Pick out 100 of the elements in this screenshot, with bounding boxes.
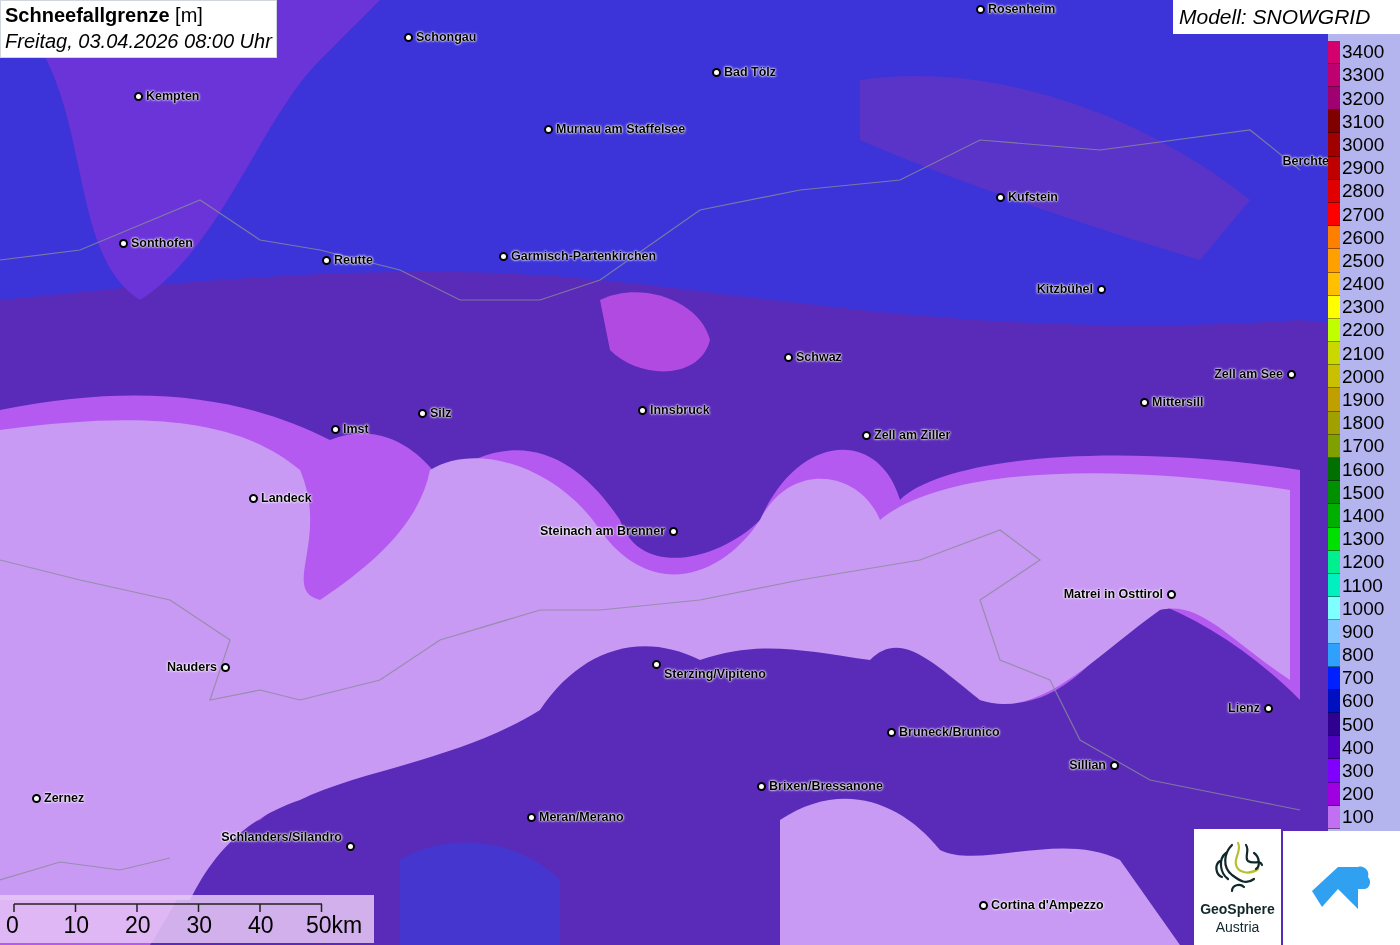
- place-label: Nauders: [166, 659, 217, 675]
- legend-value: 1300: [1342, 529, 1385, 550]
- scale-tick-label: 50km: [306, 913, 363, 937]
- place-marker: [861, 430, 871, 440]
- legend-value: 3200: [1342, 88, 1385, 109]
- place-marker: [1286, 369, 1296, 379]
- place-marker: [543, 124, 553, 134]
- place-label: Zell am Ziller: [874, 427, 951, 443]
- legend-value: 3300: [1342, 65, 1385, 86]
- legend-value: 1000: [1342, 598, 1385, 619]
- legend-value: 1600: [1342, 459, 1385, 480]
- legend-value: 100: [1342, 807, 1374, 828]
- place-label: Sonthofen: [131, 235, 193, 251]
- place-label: Landeck: [261, 490, 312, 506]
- place-marker: [321, 255, 331, 265]
- place-marker: [668, 526, 678, 536]
- place-label: Zell am See: [1214, 366, 1283, 382]
- legend-value: 2700: [1342, 204, 1385, 225]
- place-marker: [995, 192, 1005, 202]
- place-marker: [330, 424, 340, 434]
- place-label: Zernez: [44, 790, 85, 806]
- legend-value: 2100: [1342, 343, 1385, 364]
- place-marker: [1096, 284, 1106, 294]
- place-label: Reutte: [334, 252, 373, 268]
- legend-value: 1800: [1342, 413, 1385, 434]
- model-label: Modell: SNOWGRID: [1173, 0, 1400, 34]
- place-label: Bruneck/Brunico: [899, 724, 1000, 740]
- place-label: Imst: [343, 421, 369, 437]
- place-label: Rosenheim: [988, 1, 1056, 17]
- legend-value: 3000: [1342, 134, 1385, 155]
- legend-value: 800: [1342, 645, 1374, 666]
- scale-tick-label: 40: [248, 913, 274, 937]
- place-marker: [886, 727, 896, 737]
- legend-value: 1400: [1342, 505, 1385, 526]
- place-marker: [783, 352, 793, 362]
- place-label: Silz: [430, 405, 452, 421]
- scale-tick-label: 30: [186, 913, 213, 937]
- place-label: Mittersill: [1152, 394, 1204, 410]
- legend-value: 500: [1342, 714, 1374, 735]
- legend-value: 2600: [1342, 227, 1385, 248]
- legend-value: 2900: [1342, 158, 1385, 179]
- place-label: Sillian: [1069, 757, 1106, 773]
- legend-value: 2000: [1342, 366, 1385, 387]
- place-label: Matrei in Osttirol: [1063, 586, 1163, 602]
- place-label: Meran/Merano: [539, 809, 624, 825]
- place-marker: [526, 812, 536, 822]
- place-label: Cortina d'Ampezzo: [991, 897, 1104, 913]
- legend-value: 1700: [1342, 436, 1385, 457]
- legend-value: 400: [1342, 737, 1374, 758]
- place-label: Schwaz: [796, 349, 842, 365]
- legend-value: 1200: [1342, 552, 1385, 573]
- legend-value: 1500: [1342, 482, 1385, 503]
- scale-tick-label: 10: [63, 913, 90, 937]
- place-label: Lienz: [1228, 700, 1260, 716]
- legend-value: 3400: [1342, 42, 1385, 63]
- legend-value: 700: [1342, 668, 1374, 689]
- place-marker: [417, 408, 427, 418]
- legend-value: 200: [1342, 784, 1374, 805]
- place-label: Garmisch-Partenkirchen: [511, 248, 657, 264]
- scale-tick-label: 20: [125, 913, 151, 937]
- place-label: Bad Tölz: [724, 64, 777, 80]
- place-marker: [118, 238, 128, 248]
- place-label: Schongau: [416, 29, 477, 45]
- place-label: Kitzbühel: [1036, 281, 1093, 297]
- place-marker: [498, 251, 508, 261]
- place-label: Steinach am Brenner: [539, 523, 665, 539]
- legend-value: 2200: [1342, 320, 1385, 341]
- legend-value: 900: [1342, 621, 1374, 642]
- place-label: Innsbruck: [650, 402, 710, 418]
- place-label: Sterzing/Vipiteno: [664, 666, 766, 682]
- legend-value: 1900: [1342, 390, 1385, 411]
- legend-value: 2800: [1342, 181, 1385, 202]
- legend-value: 3100: [1342, 111, 1385, 132]
- legend-value: 2300: [1342, 297, 1385, 318]
- legend-value: 2400: [1342, 274, 1385, 295]
- place-label: Brixen/Bressanone: [769, 778, 883, 794]
- place-marker: [248, 493, 258, 503]
- place-label: Berchte: [1282, 153, 1329, 169]
- place-label: Kempten: [146, 88, 200, 104]
- place-marker: [711, 67, 721, 77]
- place-marker: [1139, 397, 1149, 407]
- place-marker: [403, 32, 413, 42]
- legend-value: 1100: [1342, 575, 1383, 596]
- logo-name: GeoSphere: [1200, 901, 1275, 917]
- logo-subtitle: Austria: [1215, 918, 1260, 937]
- scale-tick-label: 0: [6, 913, 19, 937]
- forecast-time: Freitag, 03.04.2026 08:00 Uhr: [5, 29, 272, 54]
- place-marker: [978, 900, 988, 910]
- place-marker: [1166, 589, 1176, 599]
- place-marker: [975, 4, 985, 14]
- place-marker: [637, 405, 647, 415]
- scale-ruler-icon: [13, 903, 323, 913]
- place-marker: [651, 659, 661, 669]
- map-title: Schneefallgrenze [m]: [5, 3, 204, 27]
- legend-value: 600: [1342, 691, 1374, 712]
- place-marker: [1263, 703, 1273, 713]
- place-marker: [31, 793, 41, 803]
- place-label: Murnau am Staffelsee: [556, 121, 686, 137]
- place-marker: [133, 91, 143, 101]
- legend-value: 2500: [1342, 250, 1385, 271]
